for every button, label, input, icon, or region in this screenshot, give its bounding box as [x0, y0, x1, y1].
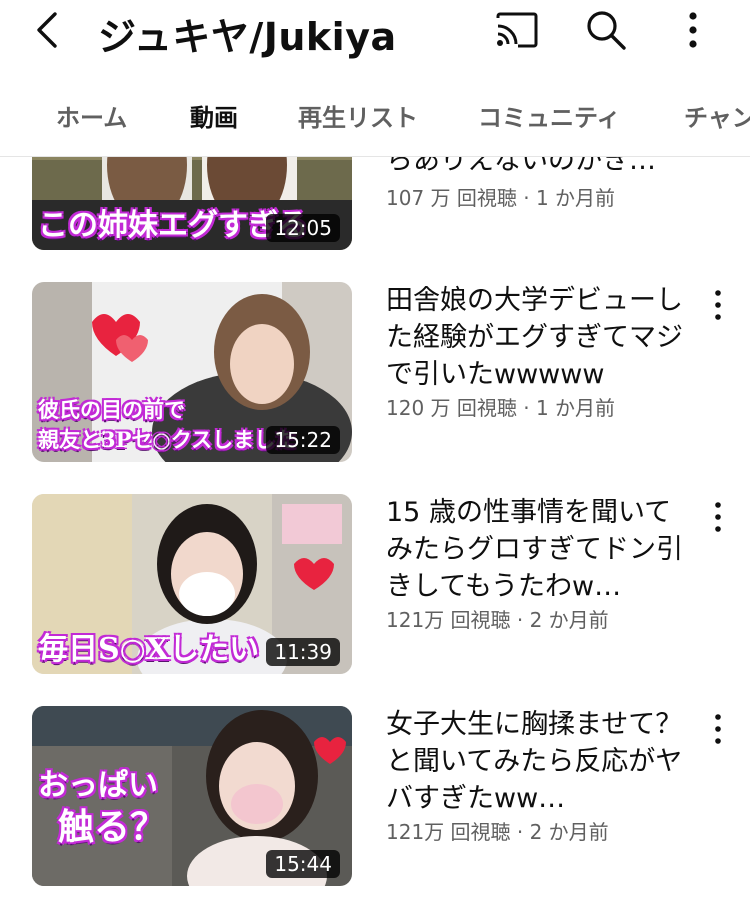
- thumbnail-caption-line-2: 触る？: [58, 806, 167, 848]
- channel-title: ジュキヤ/Jukiya: [98, 15, 397, 59]
- video-title[interactable]: 15 歳の性事情を聞いてみたらグロすぎてドン引きしてもうたわw…: [386, 494, 696, 605]
- video-duration: 11:39: [266, 638, 340, 666]
- thumbnail-caption-line-2: 親友と3Pセ○クスしました: [38, 427, 297, 452]
- video-meta: 121万 回視聴 · 2 か月前: [386, 820, 609, 844]
- more-actions-icon[interactable]: [708, 712, 728, 746]
- video-duration: 12:05: [266, 214, 340, 242]
- video-item[interactable]: おっぱい 触る？ 15:44 女子大生に胸揉ませて？と聞いてみたら反応がヤバすぎ…: [0, 706, 750, 886]
- tab-channels[interactable]: チャン: [684, 98, 750, 133]
- video-meta: 121万 回視聴 · 2 か月前: [386, 608, 609, 632]
- video-item[interactable]: 毎日S○Xしたい 11:39 15 歳の性事情を聞いてみたらグロすぎてドン引きし…: [0, 494, 750, 674]
- video-meta: 107 万 回視聴 · 1 か月前: [386, 186, 616, 210]
- thumbnail-caption-line-1: 彼氏の目の前で: [38, 397, 185, 422]
- tab-home[interactable]: ホーム: [56, 98, 127, 133]
- video-thumbnail[interactable]: 彼氏の目の前で 親友と3Pセ○クスしました 15:22: [32, 282, 352, 462]
- video-item[interactable]: 彼氏の目の前で 親友と3Pセ○クスしました 15:22 田舎娘の大学デビューした…: [0, 282, 750, 462]
- back-chevron-icon[interactable]: [28, 10, 68, 50]
- more-actions-icon[interactable]: [708, 500, 728, 534]
- video-title[interactable]: 田舎娘の大学デビューした経験がエグすぎてマジで引いたwwwww: [386, 282, 696, 393]
- thumbnail-caption: 毎日S○Xしたい: [38, 632, 260, 667]
- tab-community[interactable]: コミュニティ: [478, 98, 621, 133]
- channel-tabs: ホーム 動画 再生リスト コミュニティ チャン: [0, 62, 750, 157]
- video-thumbnail[interactable]: 毎日S○Xしたい 11:39: [32, 494, 352, 674]
- video-thumbnail[interactable]: おっぱい 触る？ 15:44: [32, 706, 352, 886]
- more-vertical-icon[interactable]: [678, 8, 708, 52]
- tab-videos[interactable]: 動画: [190, 98, 238, 133]
- video-title[interactable]: 女子大生に胸揉ませて？と聞いてみたら反応がヤバすぎたww…: [386, 706, 696, 817]
- cast-icon[interactable]: [494, 10, 540, 50]
- tab-playlists[interactable]: 再生リスト: [298, 98, 418, 133]
- video-duration: 15:22: [266, 426, 340, 454]
- more-actions-icon[interactable]: [708, 288, 728, 322]
- app-header: ジュキヤ/Jukiya: [0, 0, 750, 62]
- search-icon[interactable]: [584, 8, 628, 52]
- video-duration: 15:44: [266, 850, 340, 878]
- video-meta: 120 万 回視聴 · 1 か月前: [386, 396, 616, 420]
